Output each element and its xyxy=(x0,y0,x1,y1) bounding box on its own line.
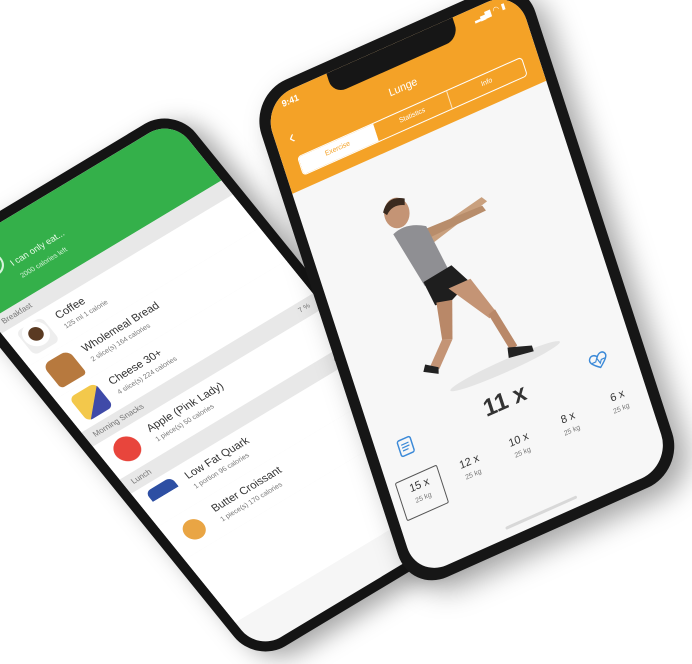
set-item[interactable]: 10 x 25 kg xyxy=(495,421,547,475)
set-item[interactable]: 8 x 25 kg xyxy=(544,399,596,453)
set-item[interactable]: 15 x 25 kg xyxy=(394,464,450,522)
progress-ring-icon xyxy=(0,247,10,282)
set-item[interactable]: 12 x 25 kg xyxy=(446,443,498,497)
set-item[interactable]: 6 x 25 kg xyxy=(594,377,646,431)
status-time: 9:41 xyxy=(280,92,301,110)
